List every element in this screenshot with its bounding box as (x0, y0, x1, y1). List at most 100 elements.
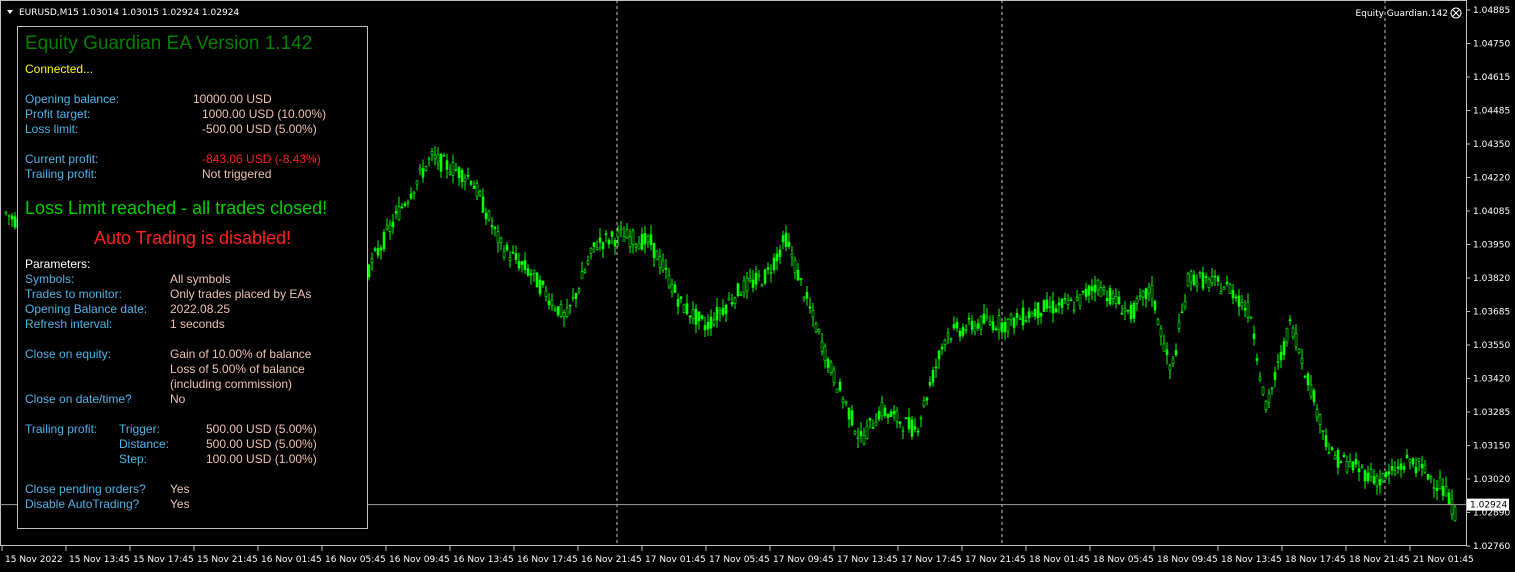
trades-to-monitor-label: Trades to monitor: (25, 287, 122, 301)
candle-body (1276, 361, 1280, 363)
candle-body (1324, 435, 1328, 447)
close-on-equity-note: (including commission) (170, 377, 293, 391)
candle-body (670, 283, 674, 293)
time-tick-label: 17 Nov 17:45 (901, 555, 962, 565)
close-pending-value: Yes (170, 482, 190, 496)
price-tick-label: 1.04485 (1473, 107, 1510, 117)
candle-body (1438, 477, 1442, 490)
candle-body (397, 206, 401, 221)
candle-body (745, 277, 749, 292)
candle-body (451, 162, 455, 176)
candle-body (1279, 351, 1283, 361)
candle-body (454, 169, 458, 171)
candle-body (424, 165, 428, 171)
candle-body (1195, 281, 1199, 287)
candle-body (736, 283, 740, 297)
candle-body (1222, 286, 1226, 291)
candle-body (1417, 458, 1421, 462)
candle-body (862, 435, 866, 445)
candle-body (1318, 414, 1322, 425)
candle-body (1258, 376, 1262, 381)
candle-body (1453, 506, 1457, 521)
time-tick-label: 18 Nov 21:45 (1349, 555, 1410, 565)
candle-body (1000, 322, 1004, 333)
time-tick-label: 17 Nov 13:45 (837, 555, 898, 565)
candle-body (421, 168, 425, 178)
candle-body (631, 230, 635, 245)
candle-body (460, 169, 464, 183)
candle-body (1369, 469, 1373, 478)
price-tick-label: 1.03285 (1473, 408, 1510, 418)
candle-body (769, 271, 773, 274)
candle-body (727, 297, 731, 301)
candle-body (1024, 320, 1028, 322)
candle-body (1294, 333, 1298, 348)
candle-body (1114, 296, 1118, 304)
candle-body (550, 299, 554, 306)
candle-body (1036, 302, 1040, 319)
candle-body (1384, 471, 1388, 477)
parameters-heading: Parameters: (25, 257, 91, 271)
candle-body (1033, 308, 1037, 317)
candle-body (1045, 299, 1049, 309)
candle-body (511, 251, 515, 254)
price-tick-label: 1.03685 (1473, 308, 1510, 318)
candle-body (1321, 430, 1325, 432)
candle-body (793, 259, 797, 274)
candle-body (787, 241, 791, 247)
candle-body (664, 267, 668, 270)
indicator-label: Equity Guardian.142 (1355, 9, 1448, 19)
candle-body (1210, 276, 1214, 284)
candle-body (688, 315, 692, 318)
candle-body (892, 411, 896, 415)
refresh-interval-value: 1 seconds (170, 317, 225, 331)
candle-body (1165, 349, 1169, 355)
candle-body (1117, 296, 1121, 305)
candle-body (571, 297, 575, 299)
close-pending-label: Close pending orders? (25, 482, 146, 496)
candle-body (1237, 295, 1241, 307)
candle-body (847, 407, 851, 420)
candle-body (373, 248, 377, 251)
candle-body (1357, 468, 1361, 473)
trigger-value: 500.00 USD (5.00%) (206, 422, 317, 436)
candle-body (1156, 319, 1160, 325)
candle-body (499, 237, 503, 244)
candle-body (1240, 302, 1244, 307)
candle-body (901, 430, 905, 433)
candle-body (1162, 343, 1166, 352)
candle-body (1150, 285, 1154, 300)
candle-body (661, 260, 665, 271)
candle-body (1345, 461, 1349, 473)
candle-body (994, 328, 998, 331)
candle-body (1252, 333, 1256, 340)
candle-body (1012, 317, 1016, 328)
candle-body (415, 180, 419, 185)
candle-body (817, 329, 821, 332)
candle-body (1027, 311, 1031, 319)
candle-body (589, 247, 593, 254)
candle-body (853, 430, 857, 435)
candle-body (1177, 321, 1181, 329)
candle-body (913, 426, 917, 430)
candle-body (523, 260, 527, 271)
time-tick-label: 16 Nov 13:45 (453, 555, 514, 565)
time-tick-label: 18 Nov 09:45 (1157, 555, 1218, 565)
candle-body (1378, 479, 1382, 486)
trades-to-monitor-value: Only trades placed by EAs (170, 287, 312, 301)
candle-body (1189, 271, 1193, 283)
candle-body (1090, 286, 1094, 291)
candle-body (475, 183, 479, 197)
current-profit-label: Current profit: (25, 152, 99, 166)
step-value: 100.00 USD (1.00%) (206, 452, 317, 466)
candle-body (1126, 309, 1130, 312)
candle-body (1030, 312, 1034, 317)
profit-target-label: Profit target: (25, 107, 91, 121)
candle-body (517, 261, 521, 269)
candle-body (844, 401, 848, 404)
candle-body (1396, 466, 1400, 469)
candle-body (379, 247, 383, 251)
symbols-label: Symbols: (25, 272, 75, 286)
candle-body (484, 212, 488, 219)
time-tick-label: 17 Nov 05:45 (709, 555, 770, 565)
